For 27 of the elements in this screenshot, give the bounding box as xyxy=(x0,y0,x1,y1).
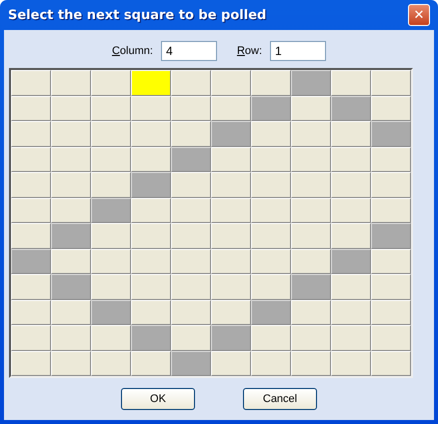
grid-square[interactable] xyxy=(171,146,211,172)
grid-square[interactable] xyxy=(291,70,331,96)
grid-square[interactable] xyxy=(291,274,331,300)
grid-square[interactable] xyxy=(211,325,251,350)
cancel-button[interactable]: Cancel xyxy=(243,388,317,410)
field-label: Row: xyxy=(236,45,262,57)
grid-square[interactable] xyxy=(51,274,91,300)
grid-square[interactable] xyxy=(11,248,51,274)
grid-square[interactable] xyxy=(211,121,251,146)
grid-square[interactable] xyxy=(91,198,131,223)
ok-button[interactable]: OK xyxy=(121,388,195,410)
grid-square[interactable] xyxy=(331,248,371,274)
grid-square[interactable] xyxy=(371,121,411,146)
grid-square[interactable] xyxy=(51,223,91,248)
input-field[interactable]: 4 xyxy=(160,41,217,61)
grid-square[interactable] xyxy=(171,350,211,376)
grid-square[interactable] xyxy=(251,96,291,121)
close-button[interactable]: ✕ xyxy=(408,4,430,26)
field-label: Column: xyxy=(112,45,153,57)
grid-square[interactable] xyxy=(131,172,171,198)
input-field[interactable]: 1 xyxy=(270,41,326,61)
grid-square[interactable] xyxy=(91,300,131,325)
grid-square[interactable] xyxy=(331,96,371,121)
window-title: Select the next square to be polled xyxy=(8,8,266,22)
grid-square[interactable] xyxy=(371,223,411,248)
grid-square[interactable] xyxy=(251,300,291,325)
grid-square[interactable] xyxy=(131,325,171,350)
